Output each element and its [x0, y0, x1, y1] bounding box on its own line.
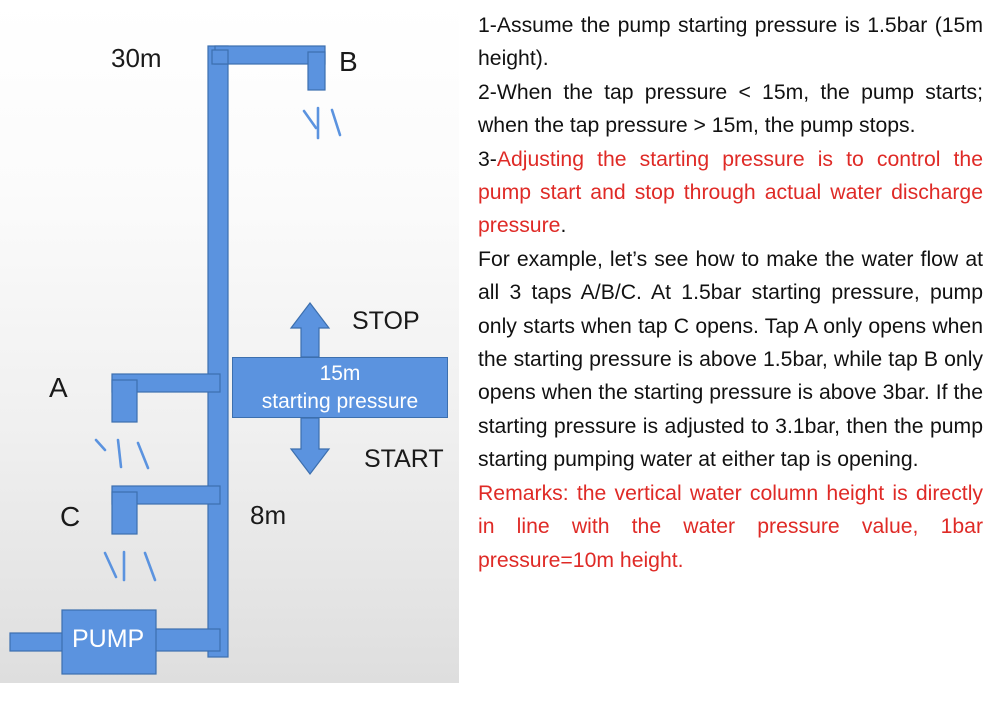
main-riser-pipe — [207, 45, 229, 658]
tap-c-down-stub — [111, 491, 138, 535]
plumbing-diagram-svg: .pipe { fill: #5B93DF; stroke: #3C6FAE; … — [9, 45, 342, 675]
label-tap-b: B — [339, 46, 358, 77]
label-30m: 30m — [111, 43, 162, 73]
label-start: START — [364, 445, 444, 473]
pressure-band-value: 15m — [319, 362, 361, 385]
pressure-band-caption: starting pressure — [261, 390, 419, 413]
tap-a-spray-icon — [94, 438, 150, 470]
label-stop: STOP — [352, 307, 420, 335]
tap-a-down-stub — [111, 379, 138, 423]
label-pump: PUMP — [72, 625, 145, 653]
starting-pressure-band: 15m starting pressure — [232, 357, 448, 418]
note-item-4-example: For example, let’s see how to make the w… — [478, 247, 983, 472]
note-remarks: Remarks: the vertical water column heigh… — [478, 481, 983, 572]
tap-c-spray-icon — [103, 550, 157, 582]
note-item-3-highlight: Adjusting the starting pressure is to co… — [478, 147, 983, 238]
note-item-2: 2-When the tap pressure < 15m, the pump … — [478, 80, 983, 138]
label-8m: 8m — [250, 500, 287, 530]
label-tap-a: A — [49, 372, 68, 403]
label-tap-c: C — [60, 501, 81, 532]
tap-b-spray-icon — [302, 106, 342, 140]
pump-discharge-pipe — [149, 628, 221, 652]
tap-b-down-stub — [307, 51, 326, 91]
note-item-3-suffix: . — [560, 214, 567, 238]
note-item-3: 3-Adjusting the starting pressure is to … — [478, 143, 983, 243]
slide-root: .pipe { fill: #5B93DF; stroke: #3C6FAE; … — [0, 0, 1000, 711]
note-item-3-prefix: 3- — [478, 147, 497, 171]
start-arrow-down-icon — [289, 417, 331, 475]
pump-suction-pipe — [9, 632, 67, 652]
note-item-1: 1-Assume the pump starting pressure is 1… — [478, 14, 983, 71]
explanatory-notes-panel: 1-Assume the pump starting pressure is 1… — [478, 0, 983, 711]
plumbing-diagram-panel: .pipe { fill: #5B93DF; stroke: #3C6FAE; … — [0, 0, 459, 683]
tap-b-junction-notch — [211, 49, 229, 65]
stop-arrow-up-icon — [289, 302, 331, 358]
